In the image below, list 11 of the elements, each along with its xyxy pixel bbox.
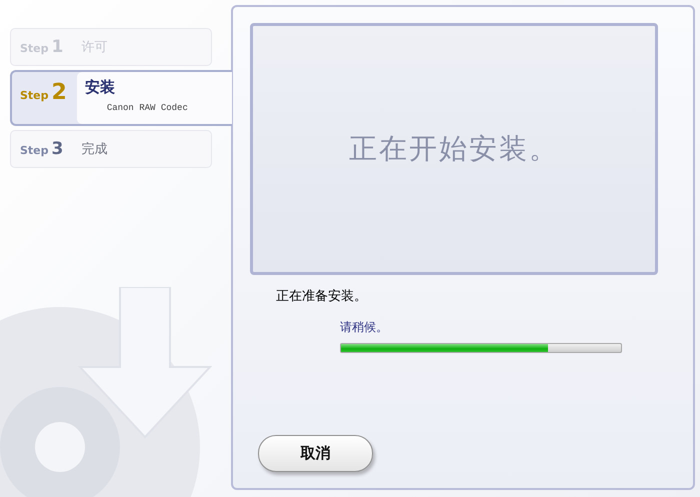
step-label: 完成: [81, 141, 108, 158]
status-text: 正在准备安装。: [276, 288, 368, 305]
step-number: 3: [52, 139, 64, 159]
step-number: 2: [52, 80, 67, 105]
step-word: Step: [20, 144, 49, 157]
cancel-button[interactable]: 取消: [258, 435, 373, 472]
step-sublabel: Canon RAW Codec: [106, 103, 189, 113]
step-word: Step: [20, 89, 49, 102]
progress-label: 请稍候。: [340, 319, 389, 336]
banner-text: 正在开始安装。: [349, 131, 559, 167]
step-label: 安装: [84, 78, 116, 97]
